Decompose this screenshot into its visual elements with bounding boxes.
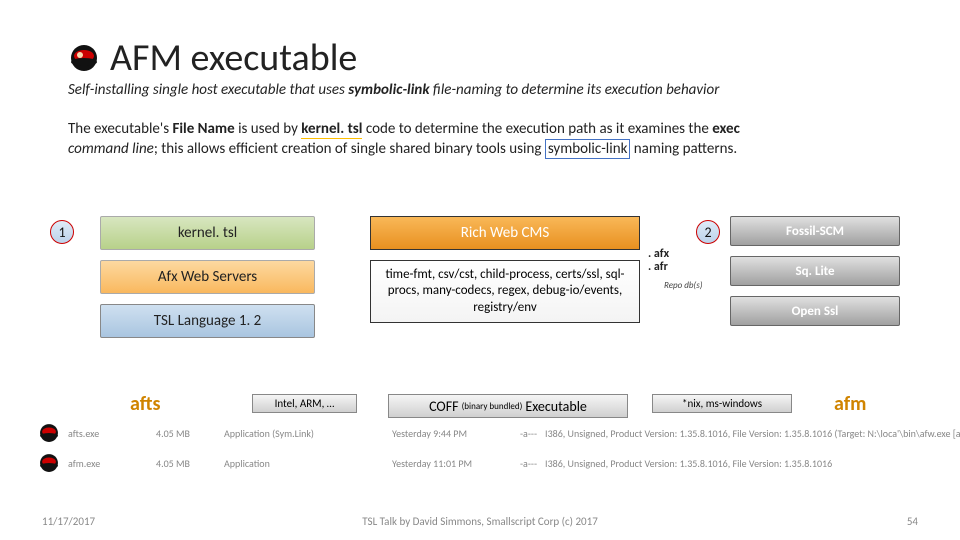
- right-column: Fossil-SCM Sq. Lite Open Ssl: [730, 216, 900, 336]
- openssl-box: Open Ssl: [730, 296, 900, 326]
- footer-attribution: TSL Talk by David Simmons, Smallscript C…: [362, 515, 598, 528]
- tsl-language-box: TSL Language 1. 2: [100, 304, 315, 338]
- sqlite-box: Sq. Lite: [730, 256, 900, 286]
- file-attr: -a---: [520, 427, 537, 440]
- afts-label: afts: [130, 392, 160, 416]
- afx-afr-labels: . afx . afr: [648, 248, 669, 273]
- file-type: Application (Sym.Link): [224, 427, 384, 440]
- footer-page: 54: [907, 515, 918, 528]
- file-size: 4.05 MB: [156, 427, 216, 440]
- footer: 11/17/2017 TSL Talk by David Simmons, Sm…: [0, 515, 960, 528]
- red-hat-icon: [68, 42, 100, 74]
- nix-windows-box: *nix, ms-windows: [652, 394, 792, 413]
- coff-executable-box: COFF (binary bundled) Executable: [388, 394, 628, 418]
- rich-web-cms-box: Rich Web CMS: [370, 216, 640, 250]
- file-detail: I386, Unsigned, Product Version: 1.35.8.…: [545, 457, 960, 470]
- repo-db-label: Repo db(s): [664, 280, 703, 291]
- file-row: afts.exe 4.05 MB Application (Sym.Link) …: [38, 422, 960, 444]
- afx-webservers-box: Afx Web Servers: [100, 260, 315, 294]
- page-title: AFM executable: [110, 35, 357, 81]
- subtitle: Self-installing single host executable t…: [0, 81, 960, 101]
- file-detail: I386, Unsigned, Product Version: 1.35.8.…: [545, 427, 960, 440]
- kernel-tsl-box: kernel. tsl: [100, 216, 315, 250]
- file-date: Yesterday 11:01 PM: [392, 457, 512, 470]
- subtitle-bold: symbolic-link: [348, 81, 429, 99]
- afm-label: afm: [834, 392, 866, 416]
- file-listing: afts.exe 4.05 MB Application (Sym.Link) …: [38, 422, 960, 474]
- file-row: afm.exe 4.05 MB Application Yesterday 11…: [38, 452, 960, 474]
- fossil-scm-box: Fossil-SCM: [730, 216, 900, 246]
- file-name: afts.exe: [68, 427, 148, 440]
- features-box: time-fmt, csv/cst, child-process, certs/…: [370, 260, 640, 323]
- badge-1: 1: [50, 220, 74, 244]
- subtitle-post: file-naming to determine its execution b…: [430, 81, 720, 99]
- file-date: Yesterday 9:44 PM: [392, 427, 512, 440]
- file-name: afm.exe: [68, 457, 148, 470]
- file-type: Application: [224, 457, 384, 470]
- badge-2: 2: [696, 220, 720, 244]
- subtitle-pre: Self-installing single host executable t…: [68, 81, 348, 99]
- middle-column: Rich Web CMS time-fmt, csv/cst, child-pr…: [370, 216, 640, 323]
- red-hat-icon: [38, 452, 60, 474]
- red-hat-icon: [38, 422, 60, 444]
- file-attr: -a---: [520, 457, 537, 470]
- description: The executable's File Name is used by ke…: [0, 101, 960, 160]
- footer-date: 11/17/2017: [42, 515, 95, 528]
- file-size: 4.05 MB: [156, 457, 216, 470]
- left-column: kernel. tsl Afx Web Servers TSL Language…: [100, 216, 315, 348]
- intel-arm-box: Intel, ARM, …: [252, 394, 357, 413]
- title-row: AFM executable: [0, 0, 960, 81]
